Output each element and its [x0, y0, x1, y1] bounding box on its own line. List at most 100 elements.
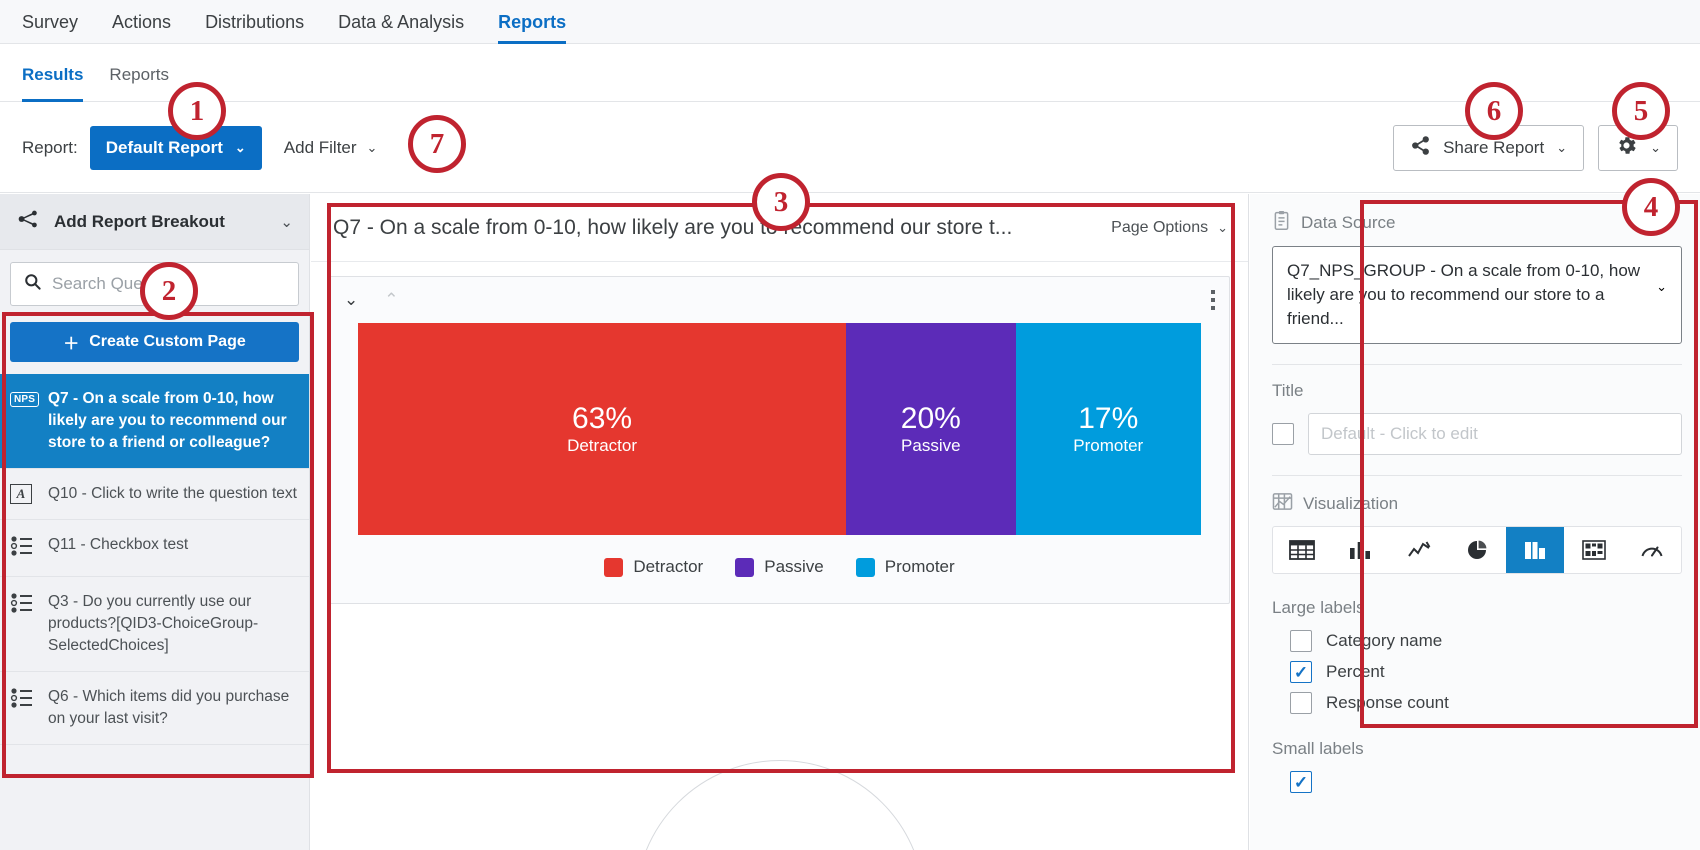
card-toolbar: ⌄ ⌃	[330, 277, 1229, 323]
question-list-item-q6[interactable]: Q6 - Which items did you purchase on you…	[0, 672, 309, 745]
large-label-option-category-name[interactable]: Category name	[1272, 630, 1682, 653]
legend-label: Detractor	[633, 557, 704, 576]
visualization-header: Visualization	[1272, 492, 1682, 516]
legend-item-detractor[interactable]: Detractor	[604, 557, 703, 577]
small-label-checkbox[interactable]	[1290, 771, 1312, 794]
gauge-viz-icon[interactable]	[1623, 527, 1681, 573]
breakout-label: Add Report Breakout	[54, 211, 225, 231]
segment-percent: 20%	[900, 402, 961, 436]
search-input[interactable]	[52, 274, 286, 294]
text-entry-glyph: A	[10, 484, 32, 504]
page-options-label: Page Options	[1111, 218, 1209, 236]
tab-reports[interactable]: Reports	[109, 44, 169, 102]
checkbox-label: Percent	[1326, 662, 1385, 682]
chart-image-icon	[1272, 492, 1293, 516]
checkbox-label: Category name	[1326, 631, 1443, 651]
small-label-option-first[interactable]	[1272, 771, 1682, 794]
breakout-icon	[16, 208, 40, 235]
secondary-tabs: Results Reports	[0, 44, 1700, 102]
chevron-down-icon: ⌄	[366, 139, 378, 155]
line-chart-viz-icon[interactable]	[1390, 527, 1448, 573]
question-list: NPS Q7 - On a scale from 0-10, how likel…	[0, 374, 309, 745]
default-report-label: Default Report	[105, 137, 223, 157]
bar-chart-viz-icon[interactable]	[1331, 527, 1389, 573]
large-label-option-percent[interactable]: Percent	[1272, 661, 1682, 684]
report-toolbar: Report: Default Report ⌄ Add Filter ⌄ Sh…	[0, 103, 1700, 193]
stacked-bar-viz-icon[interactable]	[1506, 527, 1565, 574]
add-report-breakout-button[interactable]: Add Report Breakout ⌄	[0, 194, 309, 250]
title-checkbox[interactable]	[1272, 423, 1294, 446]
question-label: Q10 - Click to write the question text	[48, 485, 297, 502]
segment-label: Promoter	[1073, 435, 1144, 455]
category-name-checkbox[interactable]	[1290, 630, 1312, 653]
legend-swatch-icon	[855, 557, 875, 577]
default-report-dropdown[interactable]: Default Report ⌄	[89, 125, 262, 170]
small-labels-title: Small labels	[1272, 739, 1364, 759]
page-title: Q7 - On a scale from 0-10, how likely ar…	[333, 215, 1013, 239]
multiple-choice-icon	[10, 686, 36, 714]
nav-item-reports[interactable]: Reports	[498, 0, 567, 44]
percent-checkbox[interactable]	[1290, 661, 1312, 684]
chart-legend: Detractor Passive Promoter	[358, 535, 1201, 599]
primary-navigation: Survey Actions Distributions Data & Anal…	[0, 0, 1700, 44]
segment-percent: 17%	[1078, 402, 1139, 436]
report-label: Report:	[22, 137, 78, 157]
add-filter-dropdown[interactable]: Add Filter ⌄	[284, 138, 378, 158]
segment-percent: 63%	[572, 402, 633, 436]
app-root: Survey Actions Distributions Data & Anal…	[0, 0, 1700, 850]
chevron-down-icon[interactable]: ⌄	[344, 290, 358, 310]
add-filter-label: Add Filter	[283, 137, 357, 157]
legend-label: Passive	[764, 557, 824, 576]
table-viz-icon[interactable]	[1273, 527, 1331, 573]
search-box[interactable]	[10, 262, 299, 306]
visualization-type-group	[1272, 526, 1682, 575]
text-entry-icon: A	[10, 483, 36, 504]
nav-item-data-and-analysis[interactable]: Data & Analysis	[338, 0, 464, 44]
question-list-item-q3[interactable]: Q3 - Do you currently use our products?[…	[0, 577, 309, 672]
nav-item-distributions[interactable]: Distributions	[205, 0, 304, 44]
plus-icon: ＋	[63, 336, 80, 353]
legend-item-promoter[interactable]: Promoter	[855, 557, 955, 577]
segment-label: Detractor	[567, 435, 637, 455]
question-list-item-q10[interactable]: A Q10 - Click to write the question text	[0, 469, 309, 520]
response-count-checkbox[interactable]	[1290, 692, 1312, 715]
chevron-down-icon: ⌄	[1656, 279, 1667, 294]
segment-label: Passive	[901, 435, 961, 455]
question-list-item-q11[interactable]: Q11 - Checkbox test	[0, 520, 309, 577]
large-labels-title: Large labels	[1272, 598, 1365, 618]
report-toolbar-actions: Share Report ⌄ ⌄	[1393, 124, 1678, 171]
pie-chart-viz-icon[interactable]	[1448, 527, 1506, 573]
breakdown-grid-viz-icon[interactable]	[1564, 527, 1622, 573]
question-label: Q3 - Do you currently use our products?[…	[48, 593, 259, 654]
create-custom-page-label: Create Custom Page	[89, 333, 246, 350]
tab-results[interactable]: Results	[22, 44, 84, 102]
create-page-container: ＋ Create Custom Page	[0, 318, 309, 374]
settings-button[interactable]: ⌄	[1598, 124, 1678, 171]
question-list-item-q7[interactable]: NPS Q7 - On a scale from 0-10, how likel…	[0, 374, 309, 469]
clipboard-icon	[1272, 210, 1291, 236]
multiple-choice-icon	[10, 591, 36, 619]
data-source-select[interactable]: Q7_NPS_GROUP - On a scale from 0-10, how…	[1272, 246, 1682, 345]
chevron-down-icon: ⌄	[1217, 219, 1228, 235]
legend-item-passive[interactable]: Passive	[735, 557, 824, 577]
share-report-button[interactable]: Share Report ⌄	[1393, 124, 1585, 171]
nav-item-survey[interactable]: Survey	[22, 0, 78, 44]
title-row	[1272, 413, 1682, 456]
title-section-label: Title	[1272, 381, 1304, 401]
bar-segment-promoter[interactable]: 17% Promoter	[1015, 323, 1201, 535]
large-label-option-response-count[interactable]: Response count	[1272, 692, 1682, 715]
bar-segment-detractor[interactable]: 63% Detractor	[358, 323, 847, 535]
bar-segment-passive[interactable]: 20% Passive	[846, 323, 1016, 535]
gear-icon	[1615, 134, 1638, 162]
page-options-dropdown[interactable]: Page Options ⌄	[1111, 219, 1228, 237]
kebab-menu-icon[interactable]	[1211, 290, 1215, 310]
chevron-down-icon: ⌄	[280, 213, 293, 231]
title-input[interactable]	[1308, 413, 1682, 456]
nav-item-actions[interactable]: Actions	[112, 0, 171, 44]
share-icon	[1410, 135, 1431, 161]
create-custom-page-button[interactable]: ＋ Create Custom Page	[10, 322, 299, 362]
chevron-up-icon[interactable]: ⌃	[384, 290, 398, 310]
data-source-value: Q7_NPS_GROUP - On a scale from 0-10, how…	[1287, 261, 1641, 329]
